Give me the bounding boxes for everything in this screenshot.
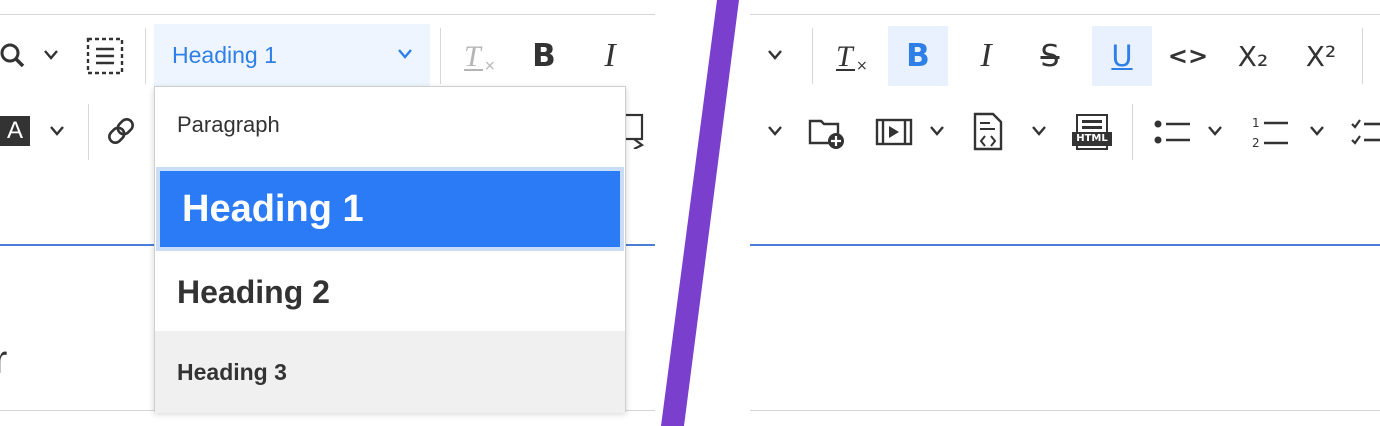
chevron-down-icon[interactable] (40, 44, 62, 66)
link-icon[interactable] (102, 112, 140, 150)
dropdown-option-heading-2[interactable]: Heading 2 (155, 253, 625, 331)
font-color-icon[interactable]: A (0, 114, 32, 148)
toolbar-top-border (750, 14, 1380, 15)
superscript-button[interactable]: X² (1296, 34, 1346, 78)
inline-code-button[interactable]: <> (1164, 34, 1212, 78)
toolbar-top-border (0, 14, 655, 15)
svg-text:×: × (856, 58, 868, 74)
subscript-button[interactable]: X₂ (1228, 34, 1278, 78)
chevron-down-icon[interactable] (1306, 120, 1328, 142)
svg-text:1: 1 (1252, 116, 1260, 130)
find-replace-icon[interactable] (0, 38, 30, 72)
chevron-down-icon[interactable] (764, 120, 786, 142)
italic-button[interactable]: I (588, 34, 632, 78)
video-icon[interactable] (874, 114, 914, 150)
heading-format-select[interactable]: Heading 1 (154, 24, 430, 88)
right-editor-panel: T × B I S U <> X₂ X² HTML 12 (750, 0, 1380, 426)
html-label: HTML (1072, 132, 1112, 146)
remove-format-icon[interactable]: T × (460, 36, 500, 76)
toolbar-separator (812, 28, 813, 84)
underline-button[interactable]: U (1092, 26, 1152, 86)
bold-button[interactable]: B (888, 26, 948, 86)
dropdown-option-heading-3[interactable]: Heading 3 (155, 331, 625, 413)
remove-format-icon[interactable]: T × (832, 36, 872, 76)
svg-text:T: T (464, 40, 483, 73)
heading-dropdown-menu: Paragraph Heading 1 Heading 2 Heading 3 (154, 86, 626, 413)
editor-content-text[interactable]: r (0, 338, 7, 383)
svg-text:×: × (484, 58, 496, 74)
italic-button[interactable]: I (964, 34, 1008, 78)
numbered-list-icon[interactable]: 12 (1248, 112, 1292, 152)
chevron-down-icon[interactable] (926, 120, 948, 142)
bold-button[interactable]: B (522, 34, 566, 78)
toolbar-separator (440, 28, 441, 84)
font-color-glyph: A (0, 116, 30, 146)
toolbar-separator (88, 104, 89, 160)
chevron-down-icon (396, 48, 414, 60)
code-file-icon[interactable] (970, 110, 1010, 154)
svg-text:2: 2 (1252, 136, 1260, 150)
toolbar-separator (145, 28, 146, 84)
select-all-icon[interactable] (84, 35, 126, 77)
editor-top-border (750, 244, 1380, 246)
chevron-down-icon[interactable] (46, 120, 68, 142)
toolbar-separator (1362, 28, 1363, 84)
heading-select-label: Heading 1 (172, 42, 277, 68)
strikethrough-button[interactable]: S (1028, 34, 1072, 78)
editor-bottom-border (750, 410, 1380, 411)
dropdown-option-heading-1[interactable]: Heading 1 (156, 167, 624, 251)
toolbar-separator (1132, 104, 1133, 160)
chevron-down-icon[interactable] (1204, 120, 1226, 142)
bulleted-list-icon[interactable] (1150, 114, 1194, 150)
chevron-down-icon[interactable] (764, 44, 786, 66)
svg-text:T: T (836, 40, 855, 73)
dropdown-option-paragraph[interactable]: Paragraph (155, 87, 625, 163)
html-block-icon[interactable]: HTML (1070, 110, 1114, 154)
chevron-down-icon[interactable] (1028, 120, 1050, 142)
checklist-icon[interactable] (1350, 114, 1380, 150)
add-folder-icon[interactable] (806, 112, 848, 152)
left-editor-panel: Heading 1 T × B I A r Paragraph Heading 1… (0, 0, 655, 426)
